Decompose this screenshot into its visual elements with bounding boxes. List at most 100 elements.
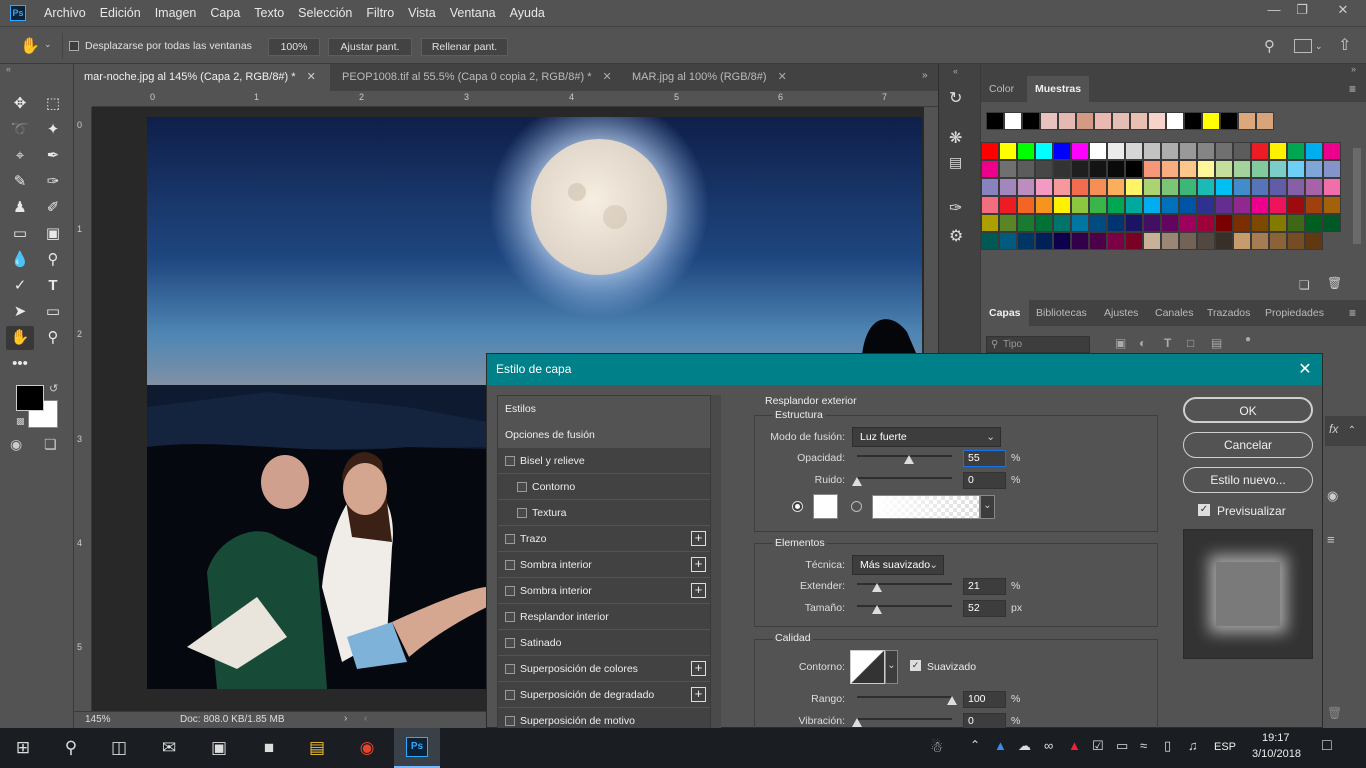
swatch[interactable] xyxy=(1197,178,1215,196)
wifi-icon[interactable]: ≈ xyxy=(1140,738,1147,753)
tab-color[interactable]: Color xyxy=(981,76,1022,102)
swatch[interactable] xyxy=(1143,160,1161,178)
swatch[interactable] xyxy=(1269,232,1287,250)
tab-swatches[interactable]: Muestras xyxy=(1027,76,1090,102)
swatch[interactable] xyxy=(1035,160,1053,178)
swatch[interactable] xyxy=(1305,160,1323,178)
swatch[interactable] xyxy=(1323,196,1341,214)
filter-adjust-icon[interactable]: ◐ xyxy=(1139,336,1146,350)
scroll-all-checkbox[interactable] xyxy=(69,41,79,51)
swatch[interactable] xyxy=(999,178,1017,196)
swatch[interactable] xyxy=(1053,160,1071,178)
cloud-icon[interactable]: ☁ xyxy=(1018,738,1031,754)
blend-mode-select[interactable]: Luz fuerte ⌄ xyxy=(852,427,1001,447)
swatch[interactable] xyxy=(1130,112,1148,130)
range-slider[interactable] xyxy=(857,696,952,698)
filter-smart-icon[interactable]: ▤ xyxy=(1211,336,1222,350)
swatch[interactable] xyxy=(1017,178,1035,196)
style-row[interactable]: Estilos xyxy=(498,396,710,422)
tool-presets-icon[interactable]: ⚙ xyxy=(949,226,963,246)
swatch[interactable] xyxy=(1125,232,1143,250)
swatch[interactable] xyxy=(1053,178,1071,196)
style-row[interactable]: Textura xyxy=(498,500,710,526)
swatch[interactable] xyxy=(1017,214,1035,232)
swatch[interactable] xyxy=(1125,214,1143,232)
swatch[interactable] xyxy=(1305,178,1323,196)
opacity-input[interactable]: 55 xyxy=(963,450,1006,467)
chevron-up-icon[interactable]: ⌃ xyxy=(970,738,980,752)
jitter-slider[interactable] xyxy=(857,718,952,720)
swatch[interactable] xyxy=(1197,196,1215,214)
style-row[interactable]: Opciones de fusión xyxy=(498,422,710,448)
size-slider-knob[interactable] xyxy=(871,605,882,614)
style-checkbox[interactable] xyxy=(517,508,527,518)
swatch[interactable] xyxy=(981,160,999,178)
tab-layers[interactable]: Capas xyxy=(981,300,1029,326)
swatch[interactable] xyxy=(1215,196,1233,214)
fit-screen-button[interactable]: Ajustar pant. xyxy=(328,38,412,56)
swatch[interactable] xyxy=(1269,196,1287,214)
store-icon[interactable]: ■ xyxy=(256,736,282,760)
add-style-icon[interactable]: + xyxy=(691,557,706,572)
swatch[interactable] xyxy=(981,196,999,214)
close-tab-icon[interactable]: ✕ xyxy=(778,71,787,83)
swatch[interactable] xyxy=(1089,232,1107,250)
filter-type-icon[interactable]: T xyxy=(1164,336,1171,350)
swatch[interactable] xyxy=(1269,178,1287,196)
swatch[interactable] xyxy=(1035,178,1053,196)
zoom-100-button[interactable]: 100% xyxy=(268,38,320,56)
swatch[interactable] xyxy=(1197,214,1215,232)
swatch[interactable] xyxy=(1179,142,1197,160)
ok-button[interactable]: OK xyxy=(1183,397,1313,423)
swatch[interactable] xyxy=(981,214,999,232)
style-row[interactable]: Sombra interior + xyxy=(498,552,710,578)
swatch[interactable] xyxy=(1287,160,1305,178)
antialias-checkbox[interactable]: ✓ xyxy=(910,660,921,671)
more-tools-icon[interactable]: ••• xyxy=(7,352,33,376)
style-checkbox[interactable] xyxy=(505,612,515,622)
clock-date[interactable]: 3/10/2018 xyxy=(1252,748,1301,760)
swatch[interactable] xyxy=(1305,214,1323,232)
gradient-preview[interactable] xyxy=(872,495,980,519)
blur-tool-icon[interactable]: 💧 xyxy=(7,248,33,272)
photoshop-taskbar-button[interactable]: Ps xyxy=(394,728,440,768)
default-colors-icon[interactable]: ▩ xyxy=(16,416,25,427)
style-row[interactable]: Superposición de colores + xyxy=(498,656,710,682)
clone-stamp-icon[interactable]: ♟ xyxy=(7,196,33,220)
restore-icon[interactable]: ❐ xyxy=(1290,2,1314,22)
style-checkbox[interactable] xyxy=(505,716,515,726)
swatch[interactable] xyxy=(1179,178,1197,196)
menu-edicion[interactable]: Edición xyxy=(100,6,141,20)
search-icon[interactable]: ⚲ xyxy=(58,736,84,760)
swatch[interactable] xyxy=(1071,232,1089,250)
swatch[interactable] xyxy=(1017,232,1035,250)
gradient-radio[interactable] xyxy=(851,501,862,512)
filter-image-icon[interactable]: ▣ xyxy=(1115,336,1126,350)
swatch[interactable] xyxy=(1184,112,1202,130)
tab-peop1008[interactable]: PEOP1008.tif al 55.5% (Capa 0 copia 2, R… xyxy=(332,64,620,91)
swatch[interactable] xyxy=(1022,112,1040,130)
menu-vista[interactable]: Vista xyxy=(408,6,436,20)
swatch[interactable] xyxy=(1161,142,1179,160)
swatch[interactable] xyxy=(1215,160,1233,178)
style-row[interactable]: Contorno xyxy=(498,474,710,500)
menu-capa[interactable]: Capa xyxy=(210,6,240,20)
style-row[interactable]: Superposición de degradado + xyxy=(498,682,710,708)
swatch[interactable] xyxy=(1107,142,1125,160)
panel-menu-icon[interactable]: ≡ xyxy=(1349,82,1356,96)
zoom-tool-icon[interactable]: ⚲ xyxy=(40,326,66,350)
swatch[interactable] xyxy=(1215,142,1233,160)
cancel-button[interactable]: Cancelar xyxy=(1183,432,1313,458)
drive-icon[interactable]: ▲ xyxy=(994,738,1007,753)
swatch[interactable] xyxy=(1323,160,1341,178)
swatch[interactable] xyxy=(1143,232,1161,250)
style-checkbox[interactable] xyxy=(505,586,515,596)
zoom-level[interactable]: 145% xyxy=(85,714,111,725)
swatch[interactable] xyxy=(1148,112,1166,130)
size-input[interactable]: 52 xyxy=(963,600,1006,617)
swatch[interactable] xyxy=(1053,142,1071,160)
swatch[interactable] xyxy=(1179,232,1197,250)
layer-filter-select[interactable]: ⚲ Tipo xyxy=(986,336,1090,353)
swatch[interactable] xyxy=(1233,178,1251,196)
swatch[interactable] xyxy=(1125,160,1143,178)
